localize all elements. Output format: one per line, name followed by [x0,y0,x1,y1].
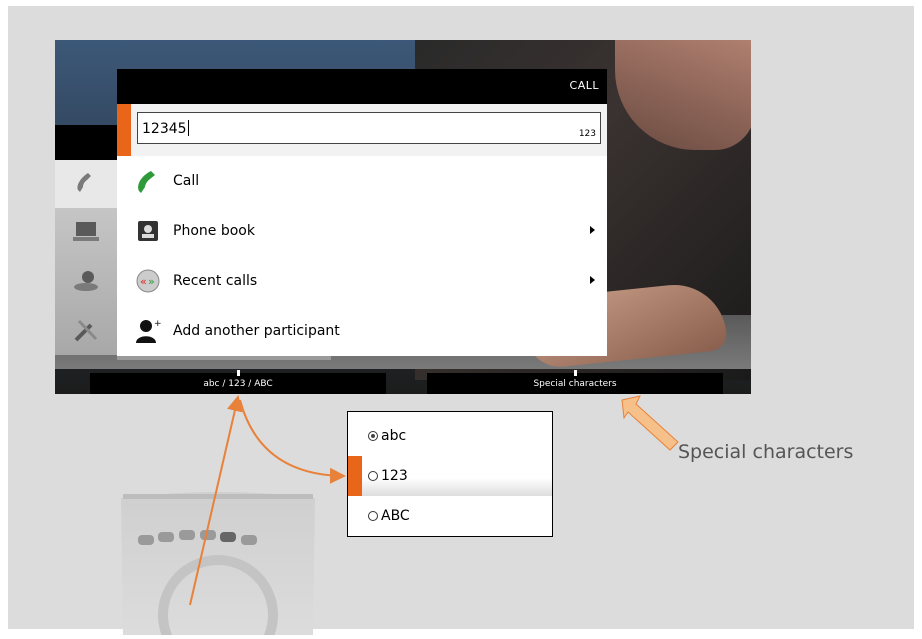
sidebar-item-presentation[interactable] [55,210,117,258]
laptop-icon [71,219,101,249]
radio-unchecked-icon [368,471,378,481]
softkey-notch [574,370,577,376]
recent-calls-icon: «» [133,266,163,296]
popup-option-label: ABC [381,508,410,524]
popup-option-123[interactable]: 123 [348,456,552,496]
radio-unchecked-icon [368,511,378,521]
sidebar-item-settings[interactable] [55,308,117,356]
softkey-input-mode[interactable]: abc / 123 / ABC [90,370,386,394]
input-mode-label: 123 [578,129,596,139]
popup-option-label: 123 [381,468,408,484]
menu-item-label: Call [173,173,200,189]
popup-option-label: abc [381,428,407,444]
svg-text:«: « [140,275,147,288]
input-mode-popup: abc 123 ABC [347,411,553,537]
softkey-special-characters[interactable]: Special characters [427,370,723,394]
radio-checked-icon [368,431,378,441]
menu-item-recent-calls[interactable]: «» Recent calls [117,256,607,306]
sidebar [55,160,117,355]
camera-icon [71,267,101,297]
popup-option-abc[interactable]: abc [348,416,552,456]
menu-item-label: Phone book [173,223,255,239]
selection-indicator [348,456,362,496]
callout-label: Special characters [678,441,854,463]
softkey-label: Special characters [533,379,617,389]
menu-item-label: Add another participant [173,323,340,339]
svg-text:»: » [148,275,155,288]
menu-item-call[interactable]: Call [117,156,607,206]
remote-control [113,490,323,639]
selection-indicator [117,104,131,156]
header-strip [55,125,117,160]
number-input[interactable]: 12345 123 [137,112,601,144]
menu-item-add-participant[interactable]: + Add another participant [117,306,607,356]
menu-item-phone-book[interactable]: Phone book [117,206,607,256]
menu-item-label: Recent calls [173,273,258,289]
sidebar-item-call[interactable] [55,160,117,208]
phone-book-icon [133,216,163,246]
popup-option-ABC[interactable]: ABC [348,496,552,536]
softkey-notch [237,370,240,376]
call-menu-header: CALL [117,69,607,104]
number-input-row: 12345 123 [117,104,607,156]
tools-icon [71,315,101,349]
submenu-arrow-icon [590,276,595,284]
call-menu-list: Call Phone book «» Recent calls + Add an… [117,156,607,356]
video-screen: CALL 12345 123 Call Phone book «» Recent [55,40,751,394]
svg-text:+: + [154,319,162,329]
phone-handset-icon [133,166,163,196]
phone-icon [72,168,100,200]
softkey-label: abc / 123 / ABC [203,379,273,389]
add-participant-icon: + [133,316,163,346]
menu-title: CALL [569,79,599,92]
number-input-value: 12345 [142,120,189,137]
submenu-arrow-icon [590,226,595,234]
sidebar-item-camera[interactable] [55,258,117,306]
